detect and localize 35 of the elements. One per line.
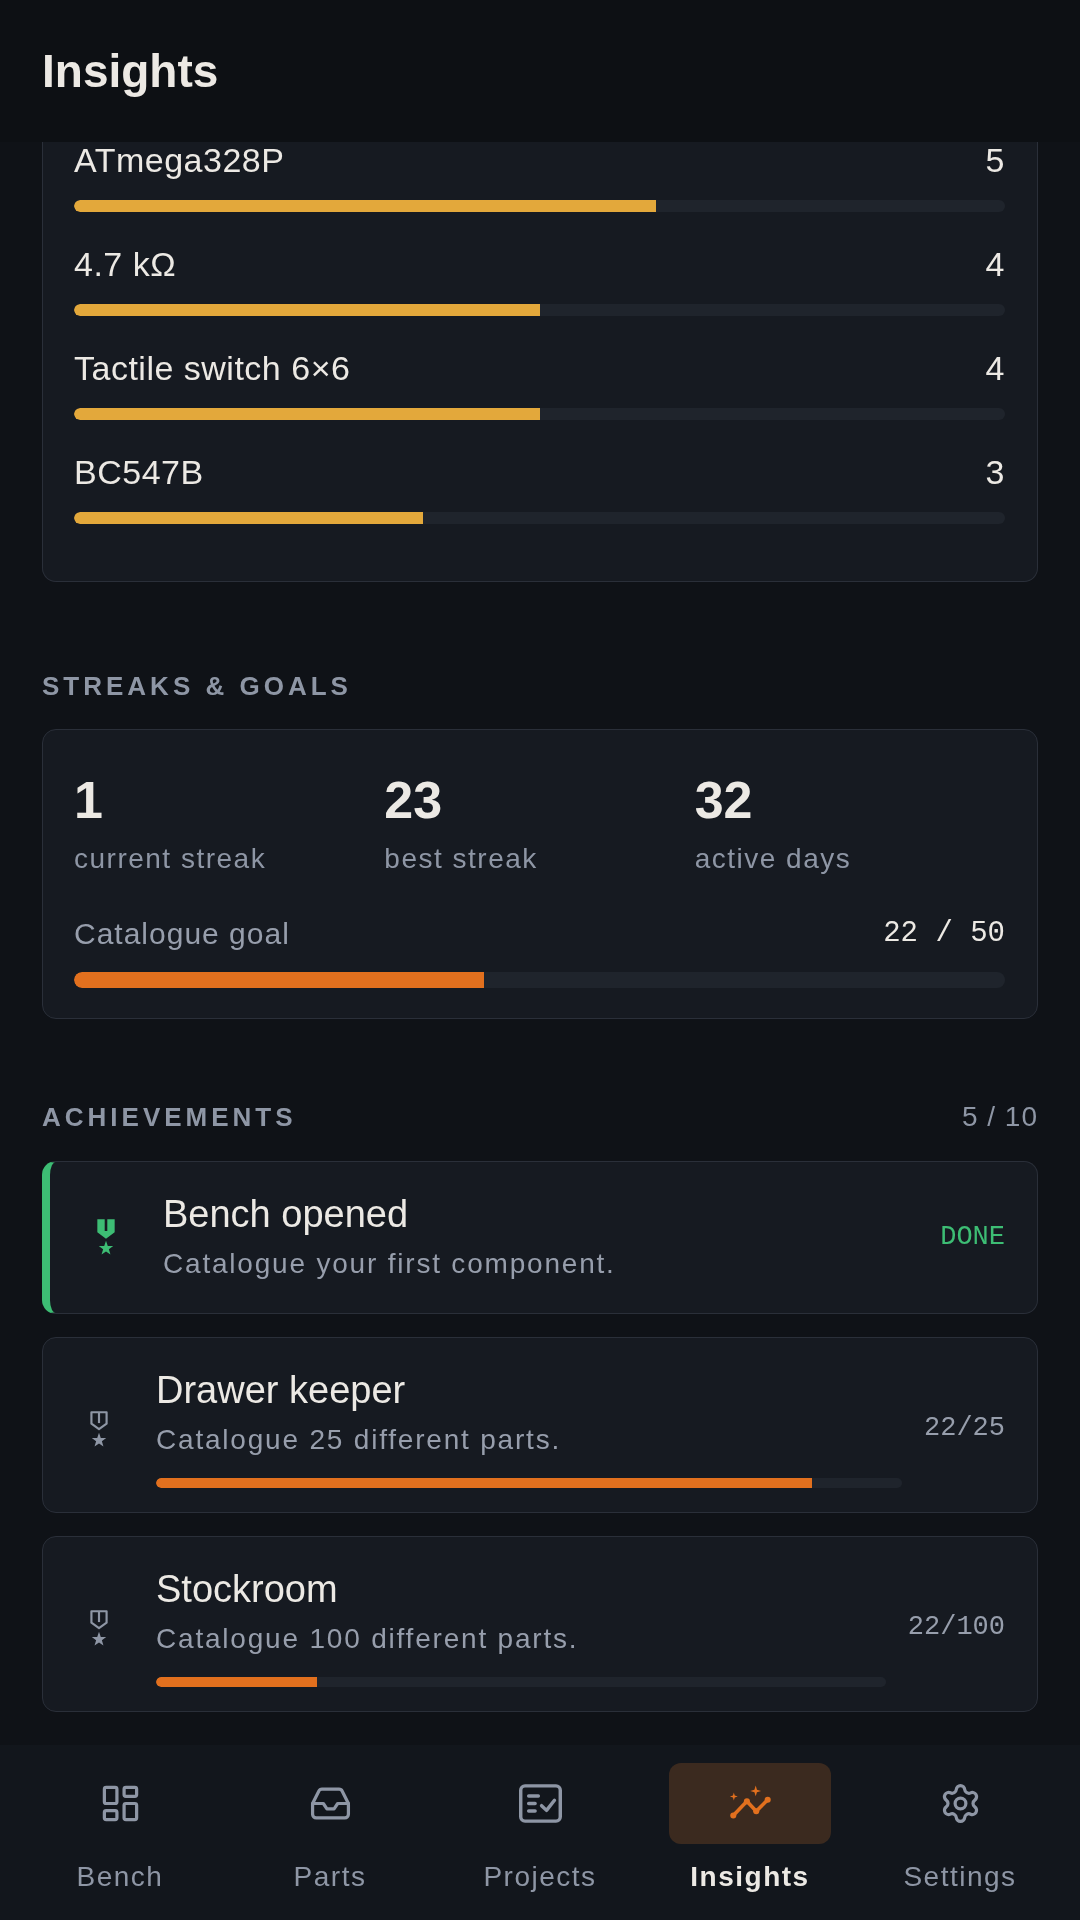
part-name: BC547B — [74, 454, 205, 490]
stat-label: current streak — [74, 842, 267, 876]
achievement-title: Stockroom — [156, 1567, 338, 1611]
nav-tab[interactable]: Insights — [645, 1763, 855, 1894]
goal-reading: 22 / 50 — [883, 916, 1005, 952]
nav-tab[interactable]: Bench — [15, 1763, 225, 1894]
stat-label: best streak — [384, 842, 538, 876]
part-count: 4 — [985, 350, 1005, 386]
section-heading: STREAKS & GOALS — [42, 670, 352, 702]
checklist-icon — [518, 1782, 562, 1825]
stat-value: 23 — [384, 774, 443, 826]
section-heading: ACHIEVEMENTS — [42, 1101, 297, 1133]
part-count: 3 — [985, 454, 1005, 490]
progress-reading: 22/100 — [907, 1612, 1005, 1642]
achievement-description: Catalogue 25 different parts. — [156, 1423, 562, 1457]
part-name: ATmega328P — [74, 142, 286, 178]
stat-value: 32 — [694, 774, 753, 826]
done-status: DONE — [940, 1221, 1005, 1252]
page-title: Insights — [42, 44, 219, 99]
achievement-description: Catalogue 100 different parts. — [156, 1622, 579, 1656]
achievement-description: Catalogue your first component. — [163, 1247, 616, 1281]
nav-tab[interactable]: Settings — [855, 1763, 1065, 1894]
part-count: 4 — [985, 246, 1005, 282]
part-count: 5 — [985, 142, 1005, 178]
achievement-title: Drawer keeper — [156, 1368, 406, 1412]
achievement-title: Bench opened — [163, 1192, 409, 1236]
stat-value: 1 — [74, 774, 103, 826]
part-name: 4.7 kΩ — [74, 246, 178, 282]
stat-label: active days — [694, 842, 852, 876]
part-name: Tactile switch 6×6 — [74, 350, 352, 386]
achievement-count: 5 / 10 — [961, 1101, 1038, 1133]
nav-tab[interactable]: Parts — [225, 1763, 435, 1894]
nav-tab[interactable]: Projects — [435, 1763, 645, 1894]
goal-label: Catalogue goal — [74, 916, 290, 952]
progress-reading: 22/25 — [924, 1413, 1005, 1443]
